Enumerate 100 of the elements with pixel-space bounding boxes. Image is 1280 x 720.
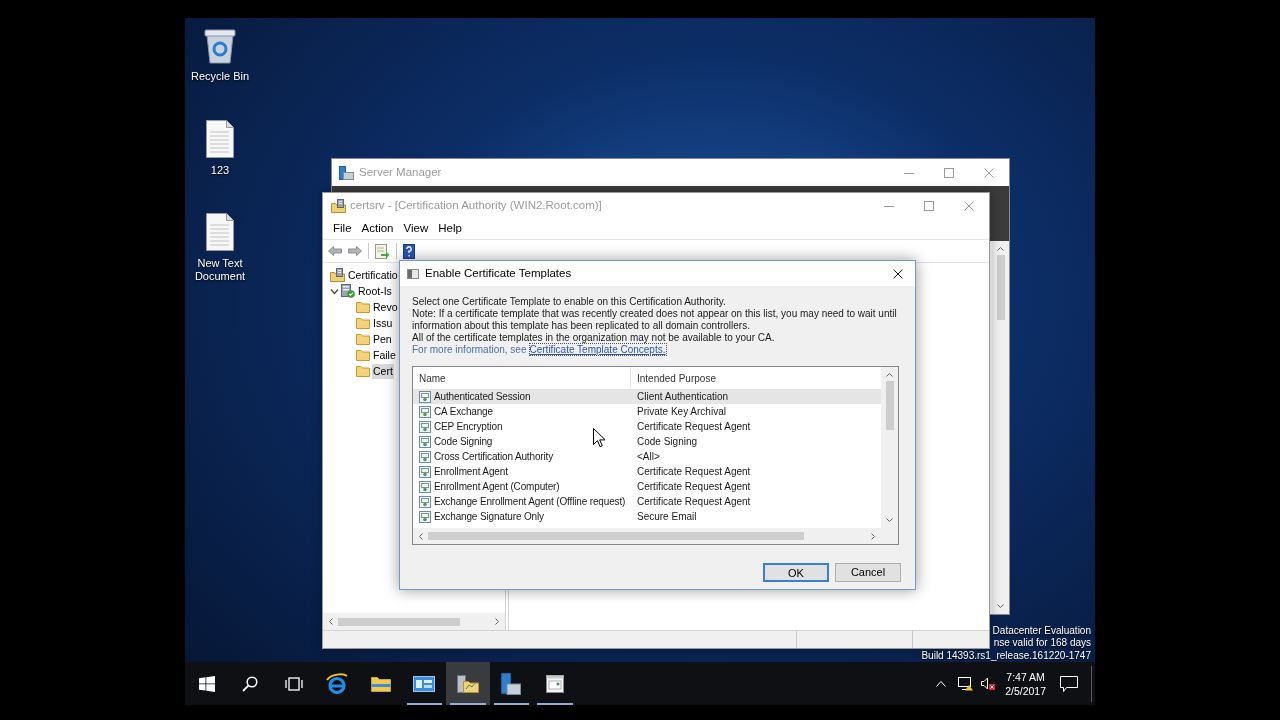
table-row[interactable]: Enrollment Agent Certificate Request Agent <box>413 464 881 479</box>
mouse-pointer-icon <box>593 428 605 447</box>
table-cell-text: Certificate Request Agent <box>636 420 751 434</box>
left-chevron-icon[interactable] <box>329 618 333 625</box>
tree-item[interactable]: Cert <box>372 363 394 379</box>
tree-item[interactable]: Certificatio <box>347 267 399 283</box>
menu-item[interactable]: Help <box>433 220 467 238</box>
table-cell-text: Cross Certification Authority <box>434 450 554 464</box>
scroll-thumb[interactable] <box>996 255 1005 320</box>
table-cell-text: Secure Email <box>636 510 697 524</box>
table-cell-text: Certificate Request Agent <box>636 465 751 479</box>
column-header[interactable]: Intended Purpose <box>631 367 881 389</box>
certificate-icon <box>419 495 431 508</box>
certificate-icon <box>419 450 431 463</box>
document-icon[interactable] <box>206 120 234 158</box>
table-cell-text: CEP Encryption <box>434 420 503 434</box>
server-folder-icon <box>456 674 479 693</box>
start-icon <box>198 675 215 692</box>
server-toolbox-icon <box>501 672 522 695</box>
menu-item[interactable]: View <box>398 220 434 238</box>
more-info-text: For more information, see Certificate Template Concepts. <box>412 344 667 356</box>
icon-label: 123 <box>210 164 230 177</box>
back-arrow-icon[interactable] <box>328 246 342 256</box>
chevron-up-icon[interactable] <box>936 680 947 687</box>
table-row[interactable]: Exchange Signature Only Secure Email <box>413 509 881 524</box>
certificate-icon <box>419 510 431 523</box>
folder-icon <box>356 365 370 377</box>
instruction-text: All of the certificate templates in the organization may not be available to your CA. <box>412 332 776 344</box>
certificate-icon <box>419 420 431 433</box>
up-chevron-icon[interactable] <box>886 373 893 377</box>
document-icon[interactable] <box>206 213 234 251</box>
down-chevron-icon[interactable] <box>886 518 893 522</box>
search-icon <box>242 675 259 692</box>
clock-date[interactable]: 2/5/2017 <box>1005 683 1046 698</box>
table-row[interactable]: Enrollment Agent (Computer) Certificate Request Agent <box>413 479 881 494</box>
notification-icon[interactable] <box>1060 675 1078 692</box>
cancel-button[interactable]: Cancel <box>835 563 901 582</box>
clock-time[interactable]: 7:47 AM <box>1006 669 1045 684</box>
folder-icon <box>356 301 370 313</box>
table-cell-text: Exchange Enrollment Agent (Offline request) <box>434 495 626 509</box>
table-row[interactable]: CEP Encryption Certificate Request Agent <box>413 419 881 434</box>
chevron-down-icon[interactable] <box>330 286 339 296</box>
speaker-muted-icon[interactable] <box>981 676 996 691</box>
table-cell-text: Certificate Request Agent <box>636 495 751 509</box>
table-row[interactable]: CA Exchange Private Key Archival <box>413 404 881 419</box>
tree-item[interactable]: Pen <box>372 331 393 347</box>
up-chevron-icon[interactable] <box>997 247 1004 251</box>
scroll-thumb[interactable] <box>885 381 894 430</box>
maximize-icon[interactable] <box>944 167 954 178</box>
instruction-text: Note: If a certificate template that was recently created does not appear on this list, you may need to wait until information about this template has been replicated to all domain controllers. <box>412 308 898 332</box>
network-warning-icon[interactable] <box>958 676 975 691</box>
maximize-icon[interactable] <box>924 201 934 211</box>
table-row[interactable]: Cross Certification Authority <All> <box>413 449 881 464</box>
help-icon[interactable] <box>403 243 415 259</box>
table-row[interactable]: Authenticated Session Client Authentication <box>413 389 881 404</box>
ok-button[interactable]: OK <box>763 563 829 582</box>
table-cell-text: Exchange Signature Only <box>434 510 544 524</box>
window-title: Server Manager <box>359 164 442 180</box>
taskbar-button[interactable] <box>446 662 490 705</box>
table-row[interactable]: Exchange Enrollment Agent (Offline request) Certificate Request Agent <box>413 494 881 509</box>
close-icon[interactable] <box>893 268 903 279</box>
instruction-text: Select one Certificate Template to enable on this Certification Authority. <box>412 296 727 308</box>
console-window-icon <box>413 675 436 692</box>
server-folder-icon <box>330 268 345 282</box>
right-chevron-icon[interactable] <box>495 618 499 625</box>
tree-item[interactable]: Revo <box>372 299 399 315</box>
table-cell-text: Client Authentication <box>636 390 729 404</box>
menu-item[interactable]: Action <box>356 220 399 238</box>
table-cell-text: Code Signing <box>636 435 698 449</box>
recycle-bin-icon[interactable] <box>204 28 236 64</box>
browser-icon <box>326 672 349 695</box>
tree-item[interactable]: Root-Is <box>357 283 393 299</box>
template-concepts-link[interactable]: Certificate Template Concepts. <box>529 344 666 355</box>
certificate-icon <box>419 405 431 418</box>
scroll-thumb[interactable] <box>338 617 460 626</box>
left-chevron-icon[interactable] <box>419 532 423 540</box>
table-cell-text: Authenticated Session <box>434 390 531 404</box>
window-title: certsrv - [Certification Authority (WIN2.Root.com)] <box>350 198 602 214</box>
evaluation-notice-text: Build 14393.rs1_release.161220-1747 <box>921 650 1091 662</box>
tree-item[interactable]: Issu <box>372 315 394 331</box>
certificate-icon <box>419 435 431 448</box>
down-chevron-icon[interactable] <box>997 604 1004 608</box>
folder-icon <box>356 317 370 329</box>
tree-item[interactable]: Faile <box>372 347 397 363</box>
menu-item[interactable]: File <box>328 220 357 238</box>
export-list-icon[interactable] <box>375 243 390 259</box>
dialog-title: Enable Certificate Templates <box>425 265 572 281</box>
forward-arrow-icon[interactable] <box>348 246 362 256</box>
scroll-thumb[interactable] <box>428 532 804 540</box>
icon-label: Recycle Bin <box>190 70 250 83</box>
table-row[interactable]: Code Signing Code Signing <box>413 434 881 449</box>
table-cell-text: Private Key Archival <box>636 405 726 419</box>
evaluation-notice-text: nse valid for 168 days <box>993 637 1091 649</box>
icon-label: New Text Document <box>193 257 247 283</box>
table-cell-text: CA Exchange <box>434 405 493 419</box>
task-view-icon <box>284 676 303 691</box>
folder-icon <box>356 349 370 361</box>
table-cell-text: <All> <box>636 450 660 464</box>
right-chevron-icon[interactable] <box>871 532 875 540</box>
folder-icon <box>370 675 391 692</box>
